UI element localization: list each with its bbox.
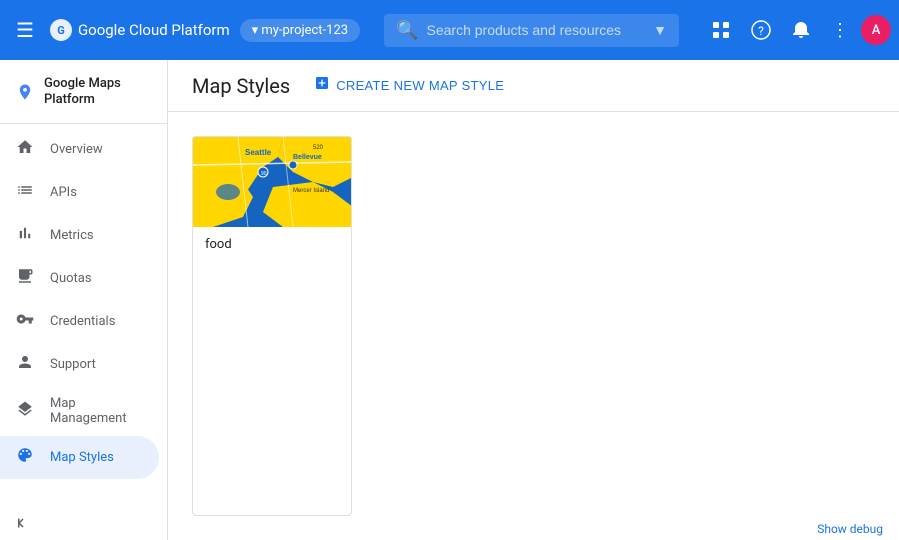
apps-icon[interactable] <box>703 12 739 48</box>
layers-icon <box>16 400 34 423</box>
sidebar-item-support[interactable]: Support <box>0 343 159 386</box>
home-icon <box>16 138 34 161</box>
palette-icon <box>16 446 34 469</box>
map-styles-grid: Seattle Bellevue Mercer Island 90 520 fo… <box>168 112 899 540</box>
svg-text:Mercer Island: Mercer Island <box>293 188 329 194</box>
sidebar-label-support: Support <box>50 357 96 372</box>
search-dropdown-icon[interactable]: ▼ <box>653 22 667 39</box>
create-button-label: CREATE NEW MAP STYLE <box>336 78 504 93</box>
search-icon: 🔍 <box>396 20 418 41</box>
bottom-bar[interactable]: Show debug <box>801 518 899 540</box>
svg-text:?: ? <box>758 24 764 38</box>
add-icon <box>314 75 330 96</box>
show-debug-label[interactable]: Show debug <box>817 522 883 536</box>
sidebar-item-metrics[interactable]: Metrics <box>0 214 159 257</box>
map-style-name: food <box>193 227 351 262</box>
sidebar-label-quotas: Quotas <box>50 271 92 286</box>
page-title: Map Styles <box>192 74 290 98</box>
main-content: Map Styles CREATE NEW MAP STYLE <box>168 60 899 540</box>
monitor-icon <box>16 267 34 290</box>
sidebar-collapse-button[interactable] <box>0 506 167 540</box>
sidebar-label-map-styles: Map Styles <box>50 450 114 465</box>
page-header: Map Styles CREATE NEW MAP STYLE <box>168 60 899 112</box>
svg-text:Bellevue: Bellevue <box>293 154 322 161</box>
sidebar-item-overview[interactable]: Overview <box>0 128 159 171</box>
sidebar-label-map-management: Map Management <box>50 396 143 426</box>
notifications-icon[interactable] <box>783 12 819 48</box>
account-chip[interactable]: ▾ my-project-123 <box>240 19 360 42</box>
person-icon <box>16 353 34 376</box>
key-icon <box>16 310 34 333</box>
sidebar-item-credentials[interactable]: Credentials <box>0 300 159 343</box>
sidebar: Google Maps Platform Overview APIs Metri… <box>0 60 168 540</box>
sidebar-item-map-management[interactable]: Map Management <box>0 386 159 436</box>
avatar[interactable]: A <box>861 15 891 45</box>
menu-icon[interactable]: ☰ <box>8 10 42 50</box>
sidebar-divider <box>0 123 167 124</box>
svg-text:Seattle: Seattle <box>245 148 272 157</box>
sidebar-brand[interactable]: Google Maps Platform <box>0 68 167 119</box>
maps-logo-icon <box>16 81 34 103</box>
top-bar-title: Google Cloud Platform <box>78 21 230 39</box>
bar-chart-icon <box>16 224 34 247</box>
content-wrapper: Google Maps Platform Overview APIs Metri… <box>0 60 899 540</box>
map-style-card[interactable]: Seattle Bellevue Mercer Island 90 520 fo… <box>192 136 352 516</box>
svg-text:90: 90 <box>261 171 267 177</box>
sidebar-brand-text: Google Maps Platform <box>44 76 151 107</box>
search-bar[interactable]: 🔍 ▼ <box>384 14 679 47</box>
search-input[interactable] <box>427 22 646 38</box>
top-bar-logo: G Google Cloud Platform ▾ my-project-123 <box>50 19 360 42</box>
top-bar-actions: ? ⋮ A <box>703 12 891 49</box>
more-icon[interactable]: ⋮ <box>823 12 857 49</box>
sidebar-label-credentials: Credentials <box>50 314 115 329</box>
svg-text:G: G <box>57 24 65 37</box>
seattle-map-svg: Seattle Bellevue Mercer Island 90 520 <box>193 137 352 227</box>
gcp-logo-icon: G <box>50 19 72 41</box>
help-icon[interactable]: ? <box>743 12 779 48</box>
map-style-preview: Seattle Bellevue Mercer Island 90 520 <box>193 137 352 227</box>
sidebar-label-overview: Overview <box>50 142 103 157</box>
top-bar: ☰ G Google Cloud Platform ▾ my-project-1… <box>0 0 899 60</box>
svg-text:520: 520 <box>313 145 324 151</box>
list-icon <box>16 181 34 204</box>
sidebar-item-apis[interactable]: APIs <box>0 171 159 214</box>
create-new-map-style-button[interactable]: CREATE NEW MAP STYLE <box>306 69 512 102</box>
sidebar-label-apis: APIs <box>50 185 77 200</box>
sidebar-item-map-styles[interactable]: Map Styles <box>0 436 159 479</box>
sidebar-item-quotas[interactable]: Quotas <box>0 257 159 300</box>
sidebar-label-metrics: Metrics <box>50 228 94 243</box>
